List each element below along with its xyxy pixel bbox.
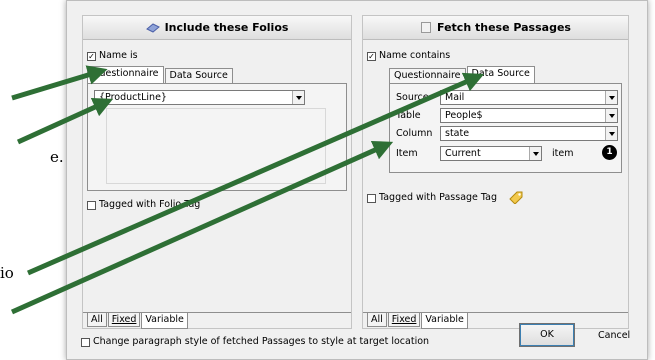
passage-icon: [421, 22, 432, 33]
name-contains-label: Name contains: [379, 50, 451, 61]
bottom-tab-all[interactable]: All: [87, 313, 107, 327]
chevron-down-icon[interactable]: [605, 127, 617, 140]
include-folios-header: Include these Folios: [83, 16, 351, 40]
source-value: Mail: [445, 92, 465, 103]
column-select[interactable]: state: [440, 126, 618, 141]
change-style-checkbox[interactable]: [81, 338, 90, 347]
bottom-tab-fixed[interactable]: Fixed: [387, 313, 421, 327]
chevron-down-icon[interactable]: [292, 91, 304, 104]
fetch-passages-header: Fetch these Passages: [363, 16, 628, 40]
item-label: Item: [396, 148, 418, 159]
change-style-label: Change paragraph style of fetched Passag…: [93, 336, 430, 347]
name-is-label: Name is: [99, 50, 138, 61]
table-value: People$: [445, 110, 483, 121]
bottom-tab-variable[interactable]: Variable: [141, 313, 188, 329]
item-value: Current: [445, 148, 481, 159]
left-tabs: Questionnaire Data Source: [87, 66, 234, 83]
annotation-fragment-e: e.: [50, 148, 64, 166]
table-select[interactable]: People$: [440, 108, 618, 123]
item-number-badge[interactable]: 1: [602, 145, 617, 160]
fetch-dialog: Include these Folios ✓ Name is Questionn…: [66, 0, 648, 360]
right-tabs: Questionnaire Data Source: [389, 66, 536, 83]
tagged-folio-label: Tagged with Folio Tag: [99, 199, 201, 210]
tagged-passage-label: Tagged with Passage Tag: [379, 192, 498, 203]
cancel-button[interactable]: Cancel: [598, 330, 630, 341]
table-label: Table: [396, 110, 421, 121]
chevron-down-icon[interactable]: [605, 91, 617, 104]
chevron-down-icon[interactable]: [605, 109, 617, 122]
tab-questionnaire[interactable]: Questionnaire: [389, 68, 466, 83]
chevron-down-icon[interactable]: [529, 147, 541, 160]
folio-icon: [145, 22, 160, 33]
bottom-tab-fixed[interactable]: Fixed: [107, 313, 141, 327]
left-list-area: [106, 108, 326, 184]
right-tab-body: Source Mail Table People$ Column state I…: [389, 83, 622, 173]
item-suffix: item: [552, 148, 574, 159]
name-is-checkbox[interactable]: ✓: [87, 52, 96, 61]
tagged-passage-checkbox[interactable]: [367, 194, 376, 203]
source-label: Source: [396, 92, 429, 103]
name-contains-checkbox[interactable]: ✓: [367, 52, 376, 61]
column-value: state: [445, 128, 470, 139]
right-bottom-tabs: All Fixed Variable: [367, 313, 469, 329]
product-line-value: {ProductLine}: [99, 92, 167, 103]
left-bottom-tabs: All Fixed Variable: [87, 313, 189, 329]
include-folios-title: Include these Folios: [164, 21, 289, 34]
include-folios-panel: Include these Folios ✓ Name is Questionn…: [82, 15, 352, 329]
tab-data-source[interactable]: Data Source: [466, 66, 535, 83]
item-select[interactable]: Current: [440, 146, 542, 161]
ok-button-label: OK: [540, 329, 554, 340]
source-select[interactable]: Mail: [440, 90, 618, 105]
left-tab-body: {ProductLine}: [87, 83, 347, 191]
fetch-passages-panel: Fetch these Passages ✓ Name contains Que…: [362, 15, 629, 329]
product-line-select[interactable]: {ProductLine}: [94, 90, 305, 105]
tab-data-source[interactable]: Data Source: [164, 68, 233, 83]
column-label: Column: [396, 128, 433, 139]
bottom-tab-variable[interactable]: Variable: [421, 313, 468, 329]
annotation-fragment-io: io: [0, 264, 14, 282]
ok-button[interactable]: OK: [519, 323, 575, 347]
tagged-folio-checkbox[interactable]: [87, 201, 96, 210]
tab-questionnaire[interactable]: Questionnaire: [87, 66, 164, 83]
tag-icon: [509, 191, 523, 204]
fetch-passages-title: Fetch these Passages: [437, 21, 571, 34]
bottom-tab-all[interactable]: All: [367, 313, 387, 327]
